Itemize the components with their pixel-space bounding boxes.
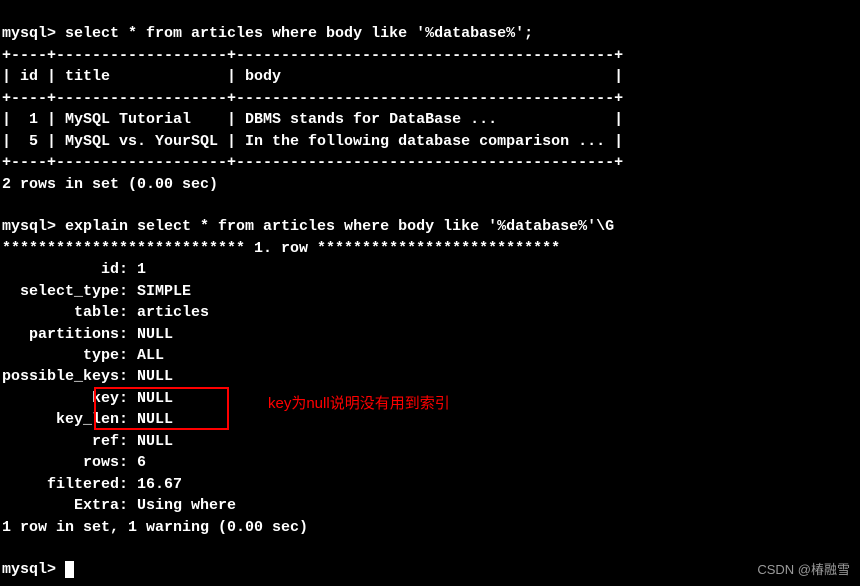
table-row: | 1 | MySQL Tutorial | DBMS stands for D…: [2, 111, 623, 128]
explain-field-partitions: partitions: NULL: [2, 326, 173, 343]
explain-field-rows: rows: 6: [2, 454, 146, 471]
mysql-prompt: mysql>: [2, 25, 65, 42]
explain-field-extra: Extra: Using where: [2, 497, 236, 514]
sql-command-1: select * from articles where body like '…: [65, 25, 533, 42]
explain-field-ref: ref: NULL: [2, 433, 173, 450]
explain-field-select-type: select_type: SIMPLE: [2, 283, 191, 300]
watermark-text: CSDN @椿融雪: [757, 561, 850, 580]
mysql-prompt: mysql>: [2, 561, 65, 578]
annotation-label: key为null说明没有用到索引: [268, 393, 450, 414]
explain-row-header: *************************** 1. row *****…: [2, 240, 560, 257]
table-row: | 5 | MySQL vs. YourSQL | In the followi…: [2, 133, 623, 150]
cursor-icon[interactable]: [65, 561, 74, 578]
explain-field-possible-keys: possible_keys: NULL: [2, 368, 173, 385]
explain-field-key-len: key_len: NULL: [2, 411, 173, 428]
table-border: +----+-------------------+--------------…: [2, 90, 623, 107]
explain-field-id: id: 1: [2, 261, 146, 278]
table-header-row: | id | title | body |: [2, 68, 623, 85]
explain-field-type: type: ALL: [2, 347, 164, 364]
table-border: +----+-------------------+--------------…: [2, 47, 623, 64]
result-summary: 2 rows in set (0.00 sec): [2, 176, 218, 193]
terminal-output: mysql> select * from articles where body…: [0, 0, 860, 581]
sql-command-2: explain select * from articles where bod…: [65, 218, 614, 235]
mysql-prompt: mysql>: [2, 218, 65, 235]
explain-field-table: table: articles: [2, 304, 209, 321]
result-summary: 1 row in set, 1 warning (0.00 sec): [2, 519, 308, 536]
explain-field-key: key: NULL: [2, 390, 173, 407]
table-border: +----+-------------------+--------------…: [2, 154, 623, 171]
explain-field-filtered: filtered: 16.67: [2, 476, 182, 493]
